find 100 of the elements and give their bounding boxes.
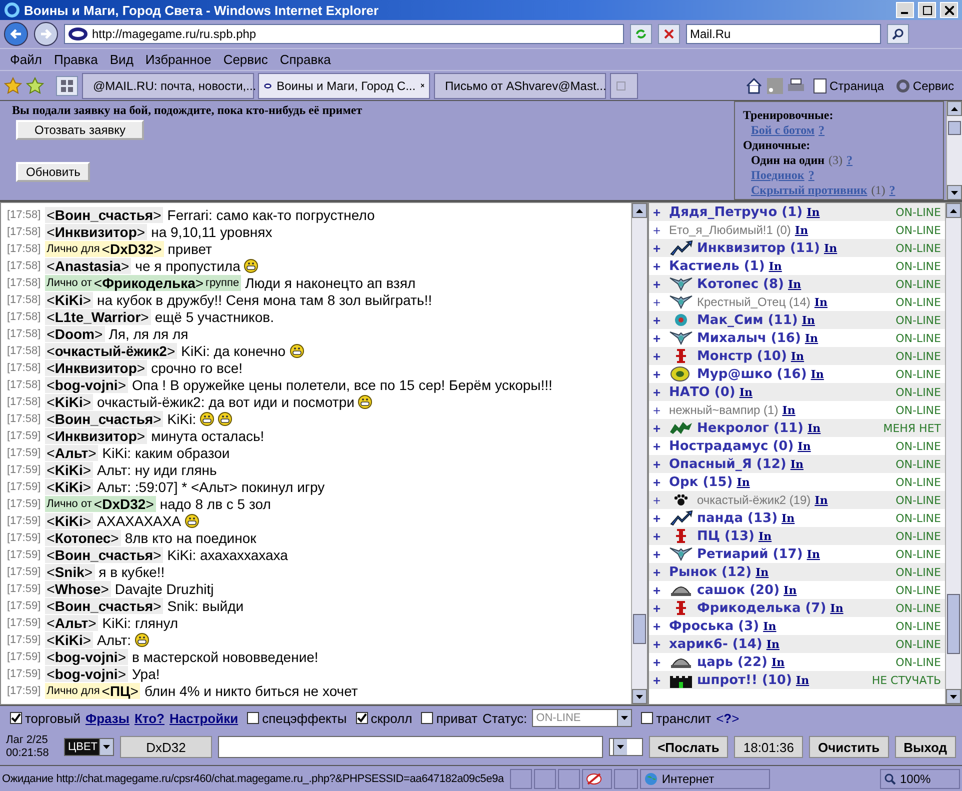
user-name[interactable]: Рынок (12) <box>669 564 752 580</box>
user-row[interactable]: + НАТО (0) In ON-LINE <box>649 383 945 401</box>
scroll-thumb[interactable] <box>947 594 960 654</box>
expand-toggle[interactable]: + <box>653 456 665 472</box>
scroll-up-button[interactable] <box>947 101 962 116</box>
expand-toggle[interactable]: + <box>653 564 665 580</box>
user-name[interactable]: Мак_Сим (11) <box>697 312 798 328</box>
info-link[interactable]: In <box>794 224 808 236</box>
info-link[interactable]: In <box>782 512 795 524</box>
info-link[interactable]: In <box>798 440 811 452</box>
sender-nick[interactable]: <KiKi> <box>44 512 94 528</box>
checkbox[interactable] <box>641 712 654 724</box>
refresh-page-button[interactable]: Обновить <box>16 162 90 182</box>
user-name[interactable]: Ето_я_Любимый!1 (0) <box>669 223 791 237</box>
user-name[interactable]: Опасный_Я (12) <box>669 456 786 472</box>
zoom-pane[interactable]: 100% <box>880 768 960 788</box>
clear-button[interactable]: Очистить <box>808 736 889 758</box>
expand-toggle[interactable]: + <box>653 618 665 634</box>
user-row[interactable]: + Некролог (11) In МЕНЯ НЕТ <box>649 419 945 437</box>
menu-item[interactable]: Справка <box>280 52 343 67</box>
message-input[interactable] <box>218 736 603 758</box>
address-field[interactable]: http://magegame.ru/ru.spb.php <box>64 24 624 44</box>
expand-toggle[interactable]: + <box>653 582 665 598</box>
sender-nick[interactable]: <KiKi> <box>44 462 94 478</box>
user-name[interactable]: Фрикоделька (7) <box>697 600 826 616</box>
expand-toggle[interactable]: + <box>653 636 665 652</box>
back-button[interactable] <box>4 22 28 46</box>
info-link[interactable]: In <box>806 206 820 218</box>
expand-toggle[interactable]: + <box>653 276 665 292</box>
info-link[interactable]: In <box>768 260 782 272</box>
info-link[interactable]: In <box>808 422 821 434</box>
expand-toggle[interactable]: + <box>653 438 665 454</box>
private-to-label[interactable]: Лично для<DxD32> <box>44 240 164 256</box>
menu-item[interactable]: Избранное <box>145 52 224 67</box>
sender-nick[interactable]: <Whose> <box>44 580 111 596</box>
sender-nick[interactable]: <Doom> <box>44 326 105 342</box>
info-link[interactable]: In <box>763 620 776 632</box>
user-name[interactable]: Мур@шко (16) <box>697 366 807 382</box>
expand-toggle[interactable]: + <box>653 420 665 436</box>
user-name[interactable]: Фроська (3) <box>669 618 760 634</box>
sender-nick[interactable]: <Snik> <box>44 564 95 580</box>
info-link[interactable]: In <box>790 458 804 470</box>
search-field[interactable]: Mail.Ru <box>686 24 881 44</box>
private-from-label[interactable]: Лично от<DxD32> <box>44 496 156 512</box>
user-name[interactable]: очкастый-ёжик2 (19) <box>697 493 811 507</box>
expand-toggle[interactable]: + <box>653 204 665 220</box>
expand-toggle[interactable]: + <box>653 348 665 364</box>
scroll-up-button[interactable] <box>946 203 961 218</box>
user-name[interactable]: Некролог (11) <box>697 420 804 436</box>
maximize-button[interactable] <box>918 2 936 18</box>
expand-toggle[interactable]: + <box>653 330 665 346</box>
sender-nick[interactable]: <Воин_счастья> <box>44 410 164 426</box>
user-name[interactable]: Котопес (8) <box>697 276 784 292</box>
scroll-down-button[interactable] <box>946 689 961 704</box>
option-link[interactable]: Настройки <box>169 710 238 726</box>
private-to-label[interactable]: Лично для<ПЦ> <box>44 682 140 698</box>
info-link[interactable]: In <box>804 332 818 344</box>
user-row[interactable]: + шпрот!! (10) In НЕ СТУЧАТЬ <box>649 671 945 689</box>
sender-nick[interactable]: <Воин_счастья> <box>44 546 164 562</box>
sender-nick[interactable]: <KiKi> <box>44 394 94 410</box>
info-link[interactable]: In <box>756 566 769 578</box>
user-row[interactable]: + Фрикоделька (7) In ON-LINE <box>649 599 945 617</box>
user-row[interactable]: + Рынок (12) In ON-LINE <box>649 563 945 581</box>
color-select[interactable]: ЦВЕТ <box>64 738 114 756</box>
sender-nick[interactable]: <Anastasia> <box>44 258 132 274</box>
user-name[interactable]: НАТО (0) <box>669 384 736 400</box>
expand-toggle[interactable]: + <box>653 222 665 238</box>
expand-toggle[interactable]: + <box>653 474 665 490</box>
expand-toggle[interactable]: + <box>653 546 665 562</box>
sender-nick[interactable]: <KiKi> <box>44 292 94 308</box>
smiley-select[interactable] <box>608 738 643 756</box>
sender-nick[interactable]: <очкастый-ёжик2> <box>44 342 178 358</box>
user-name[interactable]: Кастиель (1) <box>669 258 765 274</box>
user-row[interactable]: + Монстр (10) In ON-LINE <box>649 347 945 365</box>
option-link[interactable]: Кто? <box>134 710 164 726</box>
sender-nick[interactable]: <KiKi> <box>44 478 94 494</box>
user-row[interactable]: + Котопес (8) In ON-LINE <box>649 275 945 293</box>
user-row[interactable]: + Мак_Сим (11) In ON-LINE <box>649 311 945 329</box>
expand-toggle[interactable]: + <box>653 600 665 616</box>
page-menu[interactable]: Страница <box>808 78 888 94</box>
user-name[interactable]: Монстр (10) <box>697 348 787 364</box>
browser-tab[interactable]: Воины и Маги, Город С... <box>258 72 430 98</box>
tools-menu[interactable]: Сервис <box>892 78 958 92</box>
info-link[interactable]: In <box>736 476 750 488</box>
user-name[interactable]: Орк (15) <box>669 474 733 490</box>
user-name[interactable]: Инквизитор (11) <box>697 240 820 256</box>
close-button[interactable] <box>940 2 958 18</box>
info-link[interactable]: In <box>784 584 797 596</box>
info-link[interactable]: In <box>758 530 772 542</box>
info-link[interactable]: In <box>790 350 804 362</box>
user-row[interactable]: + Дядя_Петручо (1) In ON-LINE <box>649 203 945 221</box>
user-name[interactable]: ПЦ (13) <box>697 528 754 544</box>
menu-item[interactable]: Сервис <box>223 52 280 67</box>
user-row[interactable]: + ПЦ (13) In ON-LINE <box>649 527 945 545</box>
expand-toggle[interactable]: + <box>653 654 665 670</box>
user-name[interactable]: Нострадамус (0) <box>669 438 794 454</box>
expand-toggle[interactable]: + <box>653 312 665 328</box>
sender-nick[interactable]: <Альт> <box>44 444 98 460</box>
search-button[interactable] <box>887 24 909 44</box>
sender-nick[interactable]: <bog-vojni> <box>44 666 128 682</box>
